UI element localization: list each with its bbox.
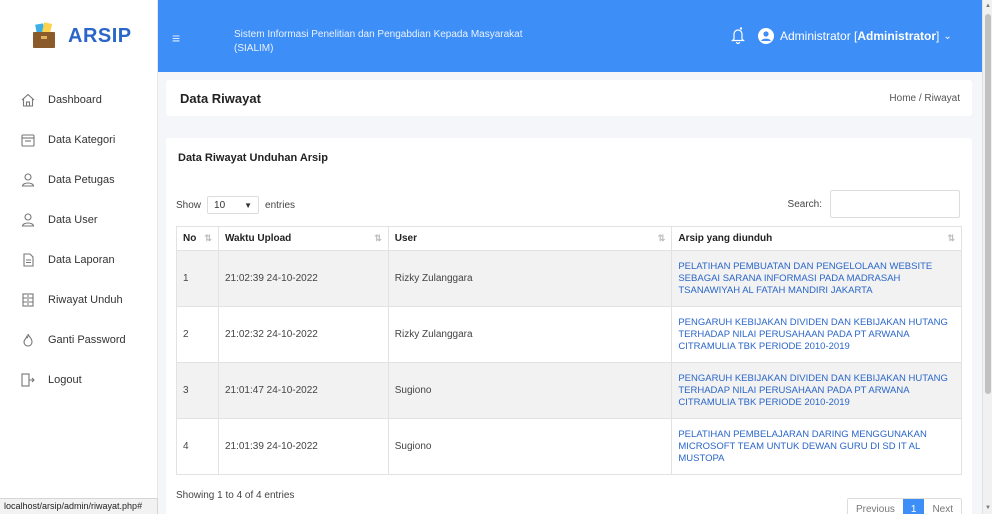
pagination-previous-button[interactable]: Previous (848, 499, 903, 514)
table-row: 2 21:02:32 24-10-2022 Rizky Zulanggara P… (176, 306, 962, 363)
sidebar: ARSIP Dashboard Data Kategori Data Petug… (0, 0, 158, 514)
sidebar-item-data-kategori[interactable]: Data Kategori (0, 120, 157, 160)
sidebar-item-label: Ganti Password (48, 334, 126, 346)
topbar: ≡ Sistem Informasi Penelitian dan Pengab… (158, 0, 982, 72)
sort-icon: ⇅ (204, 233, 212, 243)
user-icon (20, 172, 36, 188)
card-title: Data Riwayat Unduhan Arsip (178, 152, 328, 164)
column-header-arsip[interactable]: Arsip yang diunduh ⇅ (671, 226, 962, 251)
column-header-no[interactable]: No ⇅ (176, 226, 219, 251)
cell-arsip-link[interactable]: PELATIHAN PEMBUATAN DAN PENGELOLAAN WEBS… (671, 250, 962, 307)
table-info: Showing 1 to 4 of 4 entries (176, 490, 295, 501)
cell-arsip-link[interactable]: PELATIHAN PEMBELAJARAN DARING MENGGUNAKA… (671, 418, 962, 475)
column-header-waktu-upload[interactable]: Waktu Upload ⇅ (217, 226, 389, 251)
page-header: Data Riwayat Home / Riwayat (166, 80, 972, 116)
brand[interactable]: ARSIP (0, 0, 157, 72)
page-scrollbar[interactable]: ▲ ▼ (982, 0, 992, 514)
search-label: Search: (787, 198, 822, 210)
cell-no: 4 (176, 418, 219, 475)
sidebar-item-label: Data User (48, 214, 98, 226)
cell-no: 2 (176, 306, 219, 363)
sidebar-nav: Dashboard Data Kategori Data Petugas Dat… (0, 80, 157, 400)
breadcrumb[interactable]: Home / Riwayat (889, 93, 960, 104)
user-icon (20, 212, 36, 228)
column-header-user[interactable]: User ⇅ (387, 226, 673, 251)
sort-icon: ⇅ (947, 233, 955, 243)
cell-no: 1 (176, 250, 219, 307)
folder-icon (20, 132, 36, 148)
chevron-down-icon: ▼ (244, 200, 253, 210)
cell-user: Sugiono (387, 362, 673, 419)
cell-arsip-link[interactable]: PENGARUH KEBIJAKAN DIVIDEN DAN KEBIJAKAN… (671, 362, 962, 419)
cell-waktu: 21:02:32 24-10-2022 (217, 306, 389, 363)
sidebar-item-data-user[interactable]: Data User (0, 200, 157, 240)
column-header-label: User (394, 233, 417, 244)
history-table: No ⇅ Waktu Upload ⇅ User ⇅ Arsip yang diund… (176, 226, 962, 475)
column-header-label: Arsip yang diunduh (678, 233, 773, 244)
sidebar-item-data-laporan[interactable]: Data Laporan (0, 240, 157, 280)
sort-icon: ⇅ (374, 233, 382, 243)
brand-name: ARSIP (68, 24, 132, 47)
browser-status-url: localhost/arsip/admin/riwayat.php# (0, 498, 158, 514)
table-row: 3 21:01:47 24-10-2022 Sugiono PENGARUH K… (176, 362, 962, 419)
user-avatar-icon (758, 28, 774, 44)
sidebar-item-label: Dashboard (48, 94, 102, 106)
scroll-down-arrow-icon[interactable]: ▼ (985, 505, 991, 511)
sort-icon: ⇅ (657, 233, 666, 243)
column-header-label: No (183, 233, 197, 244)
cell-arsip-link[interactable]: PENGARUH KEBIJAKAN DIVIDEN DAN KEBIJAKAN… (671, 306, 962, 363)
scrollbar-thumb[interactable] (985, 14, 991, 394)
sidebar-item-label: Data Laporan (48, 254, 115, 266)
user-suffix: ] (936, 29, 940, 43)
cell-no: 3 (176, 362, 219, 419)
user-label: Administrator [ (780, 29, 858, 43)
table-row: 1 21:02:39 24-10-2022 Rizky Zulanggara P… (176, 250, 962, 307)
logout-icon (20, 372, 36, 388)
entries-select[interactable]: 10 ▼ (207, 196, 260, 214)
entries-select-value: 10 (214, 199, 226, 211)
sidebar-item-data-petugas[interactable]: Data Petugas (0, 160, 157, 200)
entries-length-control: Show 10 ▼ entries (176, 196, 295, 214)
search-input[interactable] (830, 190, 960, 218)
sidebar-item-riwayat-unduh[interactable]: Riwayat Unduh (0, 280, 157, 320)
pagination-page-button[interactable]: 1 (902, 499, 925, 514)
cell-user: Rizky Zulanggara (387, 306, 673, 363)
history-card: Data Riwayat Unduhan Arsip Show 10 ▼ ent… (166, 138, 972, 514)
pagination: Previous 1 Next (846, 498, 962, 514)
sidebar-item-label: Data Kategori (48, 134, 116, 146)
table-row: 4 21:01:39 24-10-2022 Sugiono PELATIHAN … (176, 418, 962, 475)
sidebar-item-label: Logout (48, 374, 82, 386)
archive-box-logo-icon (30, 22, 58, 50)
sidebar-item-label: Riwayat Unduh (48, 294, 123, 306)
entries-label: entries (265, 199, 296, 211)
show-label: Show (176, 199, 202, 211)
chevron-down-icon: ⌄ (943, 30, 952, 42)
notification-bell-icon[interactable] (730, 26, 746, 45)
sidebar-item-logout[interactable]: Logout (0, 360, 157, 400)
cell-waktu: 21:01:47 24-10-2022 (217, 362, 389, 419)
home-icon (20, 92, 36, 108)
sidebar-item-ganti-password[interactable]: Ganti Password (0, 320, 157, 360)
column-header-label: Waktu Upload (224, 233, 292, 244)
document-icon (20, 252, 36, 268)
sidebar-item-label: Data Petugas (48, 174, 115, 186)
scroll-up-arrow-icon[interactable]: ▲ (985, 3, 991, 9)
cell-waktu: 21:01:39 24-10-2022 (217, 418, 389, 475)
cell-user: Sugiono (387, 418, 673, 475)
table-header-row: No ⇅ Waktu Upload ⇅ User ⇅ Arsip yang diund… (176, 226, 962, 251)
pagination-next-button[interactable]: Next (924, 499, 961, 514)
archive-icon (20, 292, 36, 308)
user-menu[interactable]: Administrator [ Administrator ] ⌄ (758, 28, 952, 44)
page-title: Data Riwayat (180, 90, 261, 106)
user-role: Administrator (857, 29, 937, 43)
system-name: Sistem Informasi Penelitian dan Pengabdi… (234, 29, 523, 54)
cell-waktu: 21:02:39 24-10-2022 (217, 250, 389, 307)
menu-toggle-icon[interactable]: ≡ (172, 30, 180, 46)
search-control: Search: (788, 190, 960, 218)
fire-icon (20, 332, 36, 348)
sidebar-item-dashboard[interactable]: Dashboard (0, 80, 157, 120)
cell-user: Rizky Zulanggara (387, 250, 673, 307)
